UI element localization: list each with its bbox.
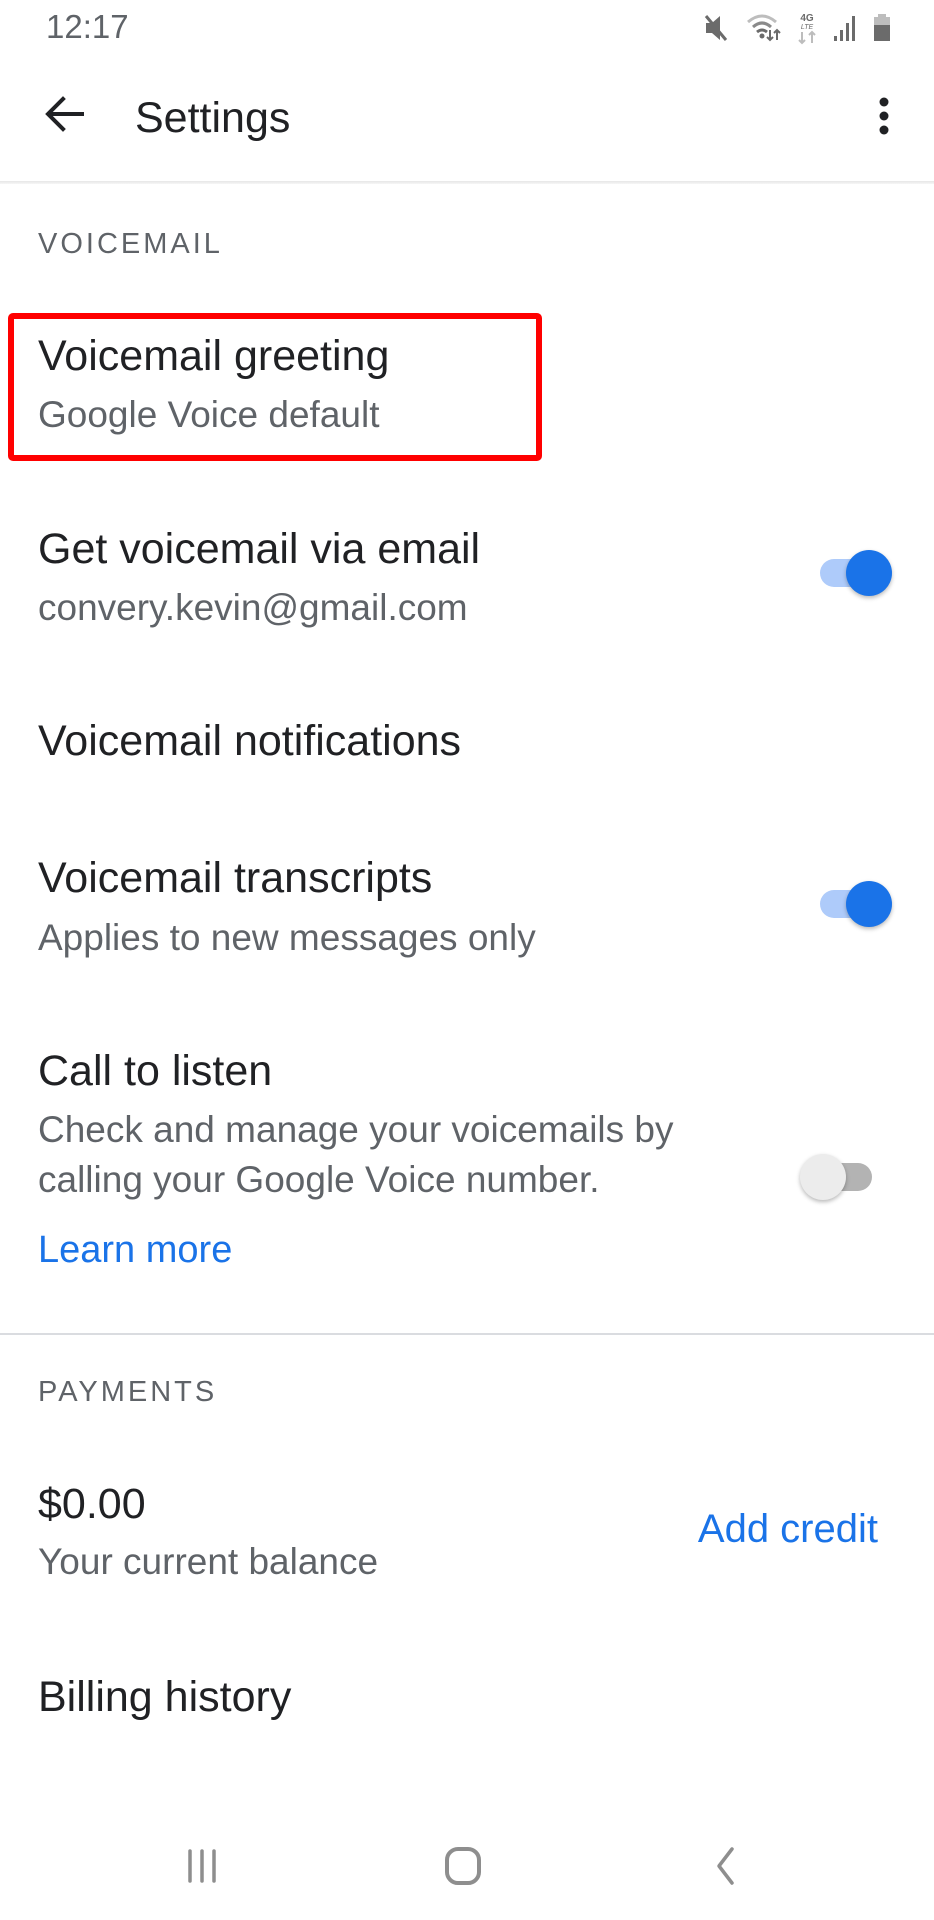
section-header-voicemail: VOICEMAIL [38, 228, 223, 260]
wifi-icon [746, 12, 782, 44]
status-icons: 4G LTE [702, 11, 892, 45]
4g-lte-icon: 4G LTE [796, 11, 818, 45]
nav-back-button[interactable] [685, 1836, 765, 1900]
learn-more-link[interactable]: Learn more [38, 1226, 232, 1274]
highlight-annotation-box [8, 313, 542, 461]
back-button[interactable] [36, 88, 92, 144]
setting-title: Billing history [38, 1673, 292, 1721]
status-time: 12:17 [46, 8, 129, 45]
battery-icon [872, 12, 892, 44]
back-icon [713, 1846, 737, 1891]
setting-subtitle: Applies to new messages only [38, 917, 536, 958]
page-title: Settings [135, 94, 291, 142]
toggle-thumb [800, 1154, 846, 1200]
toggle-voicemail-transcripts[interactable] [812, 876, 892, 932]
setting-title: Get voicemail via email [38, 525, 481, 573]
toggle-thumb [846, 881, 892, 927]
app-bar-divider [0, 181, 934, 184]
setting-title: Voicemail transcripts [38, 854, 433, 902]
recent-apps-button[interactable] [162, 1836, 242, 1900]
signal-icon [832, 12, 858, 44]
home-button[interactable] [423, 1836, 503, 1900]
mute-icon [702, 12, 732, 44]
section-divider [0, 1333, 934, 1335]
setting-subtitle-email: convery.kevin@gmail.com [38, 587, 468, 628]
toggle-voicemail-email[interactable] [812, 545, 892, 601]
setting-title: Voicemail notifications [38, 717, 462, 765]
balance-amount: $0.00 [38, 1480, 146, 1528]
toggle-call-to-listen[interactable] [800, 1149, 880, 1205]
arrow-back-icon [44, 95, 84, 137]
toggle-thumb [846, 550, 892, 596]
setting-description-line: Check and manage your voicemails by [38, 1109, 674, 1150]
section-header-payments: PAYMENTS [38, 1376, 218, 1408]
add-credit-button[interactable]: Add credit [698, 1504, 878, 1554]
setting-title: Call to listen [38, 1047, 273, 1095]
more-options-button[interactable] [858, 88, 910, 148]
more-vert-icon [878, 96, 890, 141]
home-icon [443, 1846, 483, 1891]
svg-text:4G: 4G [800, 13, 814, 24]
setting-description-line: calling your Google Voice number. [38, 1159, 600, 1200]
balance-label: Your current balance [38, 1541, 379, 1582]
recent-apps-icon [185, 1848, 219, 1889]
svg-text:LTE: LTE [801, 24, 814, 31]
